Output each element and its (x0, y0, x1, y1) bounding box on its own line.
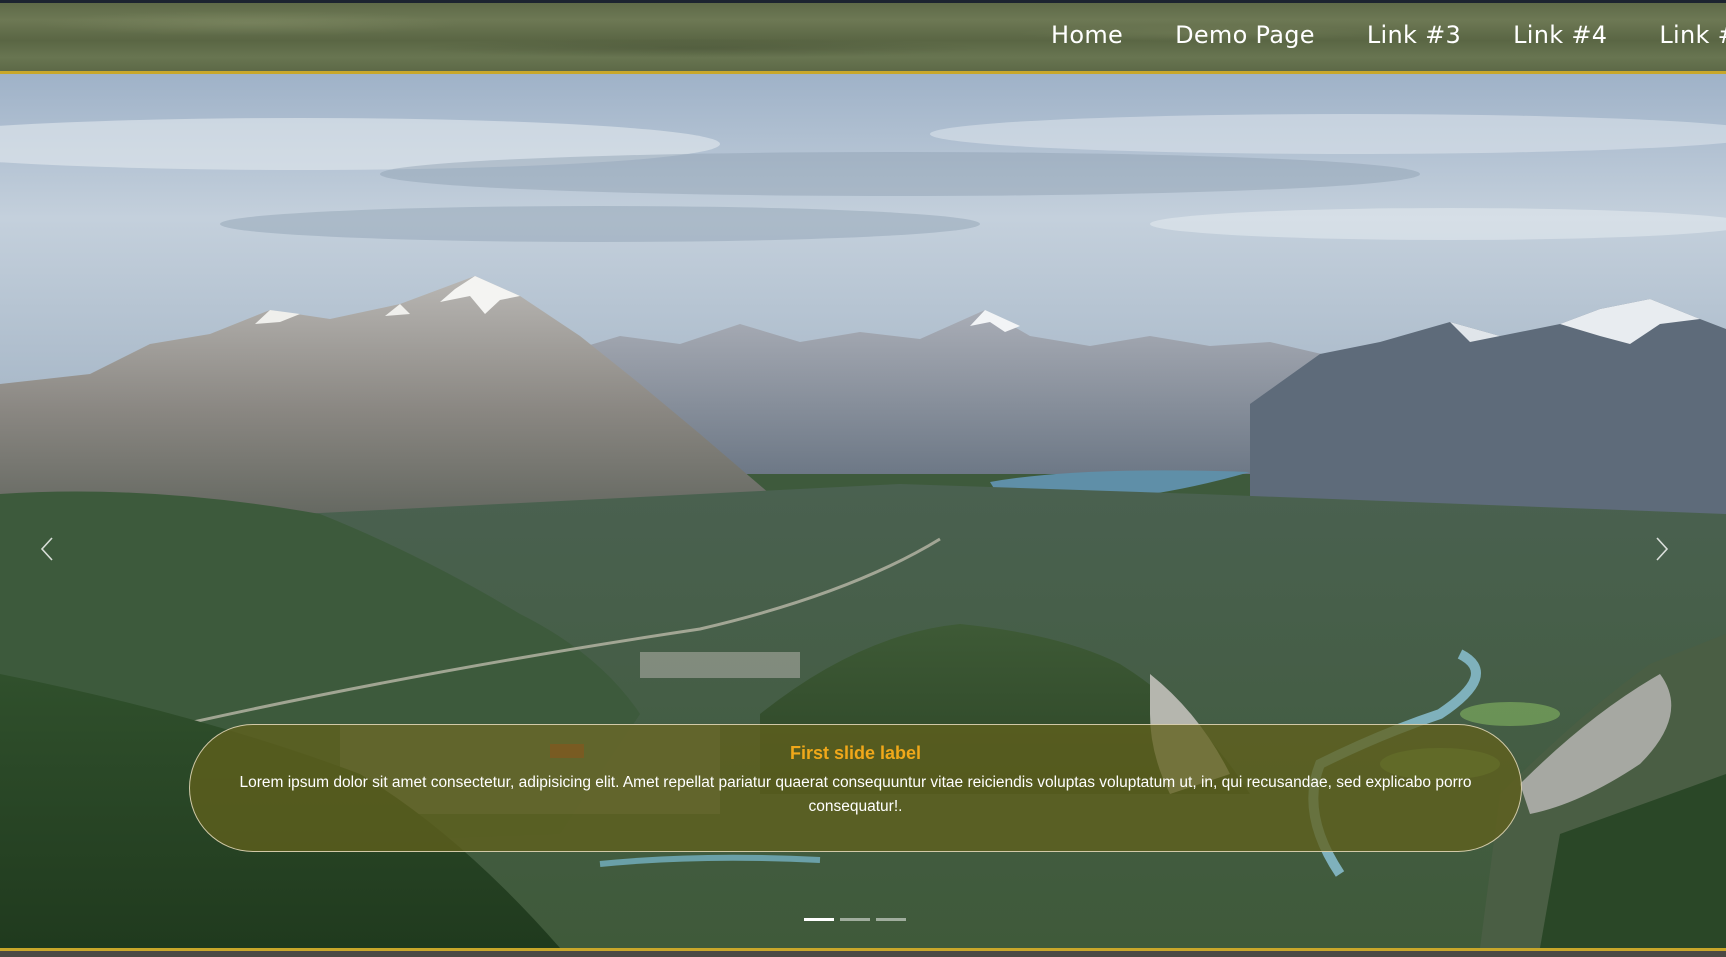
carousel-indicator-1[interactable] (804, 918, 834, 921)
nav-link-5[interactable]: Link #5 (1659, 21, 1726, 61)
carousel-indicator-3[interactable] (876, 918, 906, 921)
carousel-indicators (804, 918, 906, 921)
slide-caption-text: Lorem ipsum dolor sit amet consectetur, … (239, 774, 1472, 815)
nav-link-demo-page[interactable]: Demo Page (1175, 21, 1315, 61)
carousel-indicator-2[interactable] (840, 918, 870, 921)
nav-link-home[interactable]: Home (1051, 21, 1123, 61)
carousel-prev-button[interactable] (32, 529, 62, 569)
slide-caption: First slide label Lorem ipsum dolor sit … (189, 724, 1522, 852)
slide-caption-title: First slide label (789, 743, 922, 763)
nav-links: Home Demo Page Link #3 Link #4 Link #5 (1051, 21, 1726, 61)
chevron-left-icon (40, 537, 53, 561)
chevron-right-icon (1656, 537, 1669, 561)
carousel-next-button[interactable] (1647, 529, 1677, 569)
nav-link-4[interactable]: Link #4 (1513, 21, 1607, 61)
bottom-bar (0, 948, 1726, 957)
nav-link-3[interactable]: Link #3 (1367, 21, 1461, 61)
navbar: Home Demo Page Link #3 Link #4 Link #5 (0, 3, 1726, 74)
